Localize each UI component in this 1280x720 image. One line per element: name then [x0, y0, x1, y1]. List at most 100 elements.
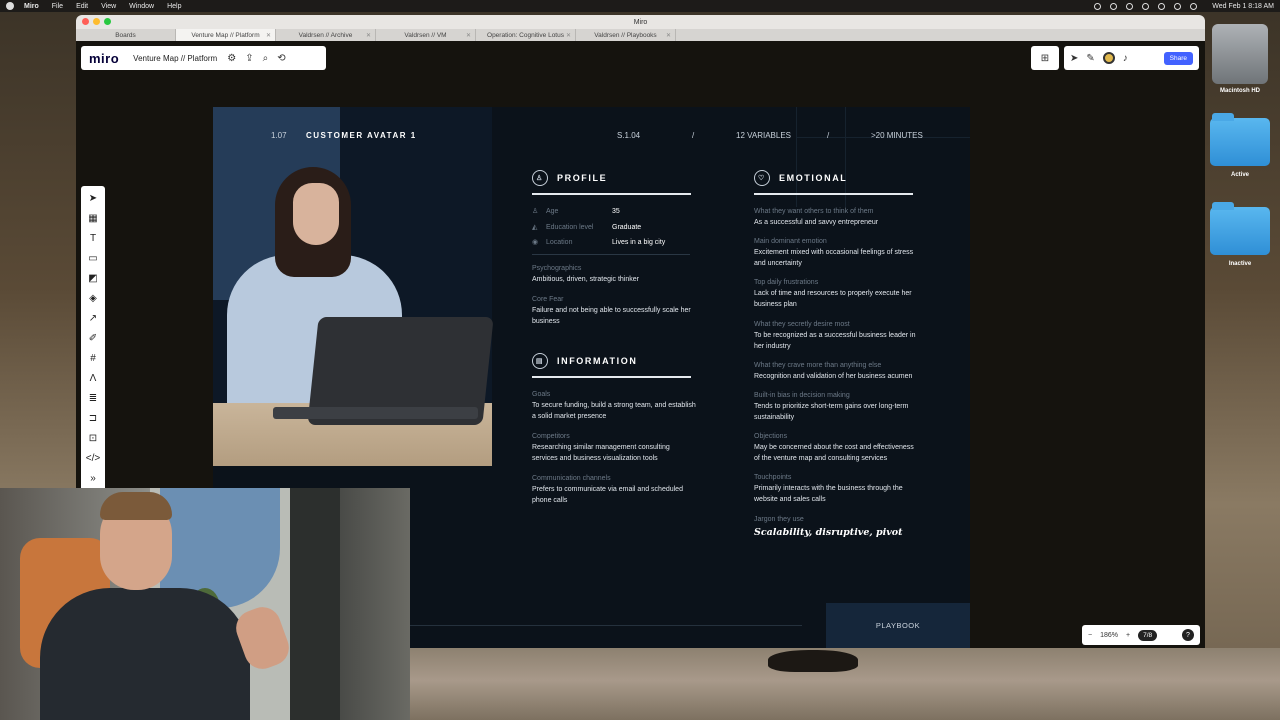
menu-help[interactable]: Help [167, 3, 181, 10]
heart-icon: ♡ [754, 170, 770, 186]
status-icon-1[interactable] [1094, 2, 1102, 10]
bottom-divider [396, 625, 802, 626]
window-title: Miro [633, 18, 648, 26]
status-icon-4[interactable] [1142, 2, 1150, 10]
close-tab-icon[interactable]: ✕ [266, 32, 271, 39]
templates-icon[interactable]: ▦ [88, 212, 97, 226]
location-pin-icon: ◉ [532, 239, 539, 247]
text-icon[interactable]: T [90, 232, 96, 246]
tab-boards[interactable]: Boards [76, 29, 176, 41]
export-icon[interactable]: ⇪ [245, 53, 253, 64]
zoom-out-icon[interactable]: − [1088, 632, 1092, 639]
emotional-heading-text: EMOTIONAL [779, 173, 848, 183]
apple-icon[interactable] [6, 2, 14, 10]
zoom-bar: − 186% + 7/8 ? [1082, 625, 1200, 645]
embed-icon[interactable]: </> [86, 452, 100, 466]
close-tab-icon[interactable]: ✕ [566, 32, 571, 39]
tab-vm[interactable]: Valdrsen // VM ✕ [376, 29, 476, 41]
tab-archive[interactable]: Valdrsen // Archive ✕ [276, 29, 376, 41]
block-label: What they want others to think of them [754, 208, 874, 215]
webcam-overlay [0, 488, 410, 720]
share-button[interactable]: Share [1163, 51, 1193, 65]
more-tools-icon[interactable]: » [90, 472, 96, 486]
person-icon: ♙ [532, 208, 539, 216]
frame-icon[interactable]: # [90, 352, 96, 366]
tab-bar: Boards Venture Map // Platform ✕ Valdrsen… [76, 29, 1205, 41]
block-value: Prefers to communicate via email and sch… [532, 486, 683, 504]
close-tab-icon[interactable]: ✕ [366, 32, 371, 39]
search-icon[interactable] [1174, 2, 1182, 10]
profile-key: Education level [546, 223, 594, 231]
desktop-icon-hd[interactable]: Macintosh HD [1204, 24, 1276, 94]
profile-value: 35 [612, 208, 620, 216]
block-label: What they crave more than anything else [754, 361, 882, 369]
settings-icon[interactable]: ⚙ [227, 53, 236, 64]
menu-clock[interactable]: Wed Feb 1 8:18 AM [1212, 3, 1274, 10]
pen-icon[interactable]: ✐ [89, 332, 97, 346]
desktop-icon-inactive[interactable]: Inactive [1204, 202, 1276, 267]
mindmap-icon[interactable]: Λ [90, 372, 97, 386]
page-title: CUSTOMER AVATAR 1 [306, 131, 417, 140]
board-name[interactable]: Venture Map // Platform [133, 54, 217, 63]
comment-icon[interactable]: ◩ [88, 272, 97, 286]
profile-block: Psychographics Ambitious, driven, strate… [532, 263, 702, 285]
zoom-level[interactable]: 186% [1100, 632, 1118, 639]
card-icon[interactable]: ⊐ [89, 412, 97, 426]
apps-icon[interactable]: ⊞ [1041, 53, 1049, 64]
reactions-icon[interactable]: ➤ [1070, 53, 1078, 64]
close-window-button[interactable] [82, 18, 89, 25]
list-icon[interactable]: ≣ [89, 392, 97, 406]
sticky-note-icon[interactable]: ▭ [88, 252, 97, 266]
block-value: Excitement mixed with occasional feeling… [754, 249, 914, 268]
block-label: Touchpoints [754, 474, 792, 482]
jargon-label: Jargon they use [754, 515, 804, 523]
information-block: Competitors Researching similar manageme… [532, 431, 697, 464]
miro-logo[interactable]: miro [89, 51, 119, 66]
tab-playbooks[interactable]: Valdrsen // Playbooks ✕ [576, 29, 676, 41]
emotional-block: What they want others to think of them A… [754, 206, 919, 228]
upload-icon[interactable]: ⊡ [89, 432, 97, 446]
information-block: Goals To secure funding, build a strong … [532, 389, 697, 422]
close-tab-icon[interactable]: ✕ [666, 32, 671, 39]
tab-venture-map[interactable]: Venture Map // Platform ✕ [176, 29, 276, 41]
emotional-block: What they secretly desire most To be rec… [754, 319, 919, 352]
menu-view[interactable]: View [101, 3, 116, 10]
playbook-label[interactable]: PLAYBOOK [826, 603, 970, 648]
shapes-icon[interactable]: ◈ [89, 292, 97, 306]
menu-app-name[interactable]: Miro [24, 3, 39, 10]
profile-value: Graduate [612, 223, 642, 231]
integrations-icon[interactable]: ⟲ [277, 53, 285, 64]
status-icon-2[interactable] [1110, 2, 1118, 10]
profile-key: Location [546, 239, 573, 247]
control-center-icon[interactable] [1190, 2, 1198, 10]
search-icon[interactable]: ⌕ [263, 53, 269, 64]
block-value: Researching similar management consultin… [532, 444, 670, 462]
bell-icon[interactable]: ♪ [1123, 53, 1128, 64]
user-avatar[interactable] [1102, 52, 1115, 64]
tab-cognitive-lotus[interactable]: Operation: Cognitive Lotus ✕ [476, 29, 576, 41]
information-block: Communication channels Prefers to commun… [532, 473, 697, 506]
block-label: Main dominant emotion [754, 238, 827, 246]
block-label: Goals [532, 391, 551, 398]
block-label: Communication channels [532, 475, 611, 482]
emotional-block: Built-in bias in decision making Tends t… [754, 390, 919, 423]
maximize-window-button[interactable] [104, 18, 111, 25]
connector-icon[interactable]: ↗ [89, 312, 97, 326]
menu-edit[interactable]: Edit [76, 3, 88, 10]
apps-panel[interactable]: ⊞ [1031, 46, 1059, 70]
select-icon[interactable]: ➤ [89, 192, 97, 206]
timer-icon[interactable]: ✎ [1086, 53, 1094, 64]
menu-file[interactable]: File [52, 3, 63, 10]
menu-window[interactable]: Window [129, 3, 154, 10]
person-icon: ♙ [532, 170, 548, 186]
status-icon-3[interactable] [1126, 2, 1134, 10]
minimize-window-button[interactable] [93, 18, 100, 25]
desktop-icon-active[interactable]: Active [1204, 113, 1276, 178]
frames-counter[interactable]: 7/8 [1138, 629, 1158, 641]
zoom-in-icon[interactable]: + [1126, 632, 1130, 639]
help-button[interactable]: ? [1182, 629, 1194, 641]
profile-heading-text: PROFILE [557, 173, 608, 183]
section-code: S.1.04 [617, 131, 641, 140]
close-tab-icon[interactable]: ✕ [466, 32, 471, 39]
wifi-icon[interactable] [1158, 2, 1166, 10]
